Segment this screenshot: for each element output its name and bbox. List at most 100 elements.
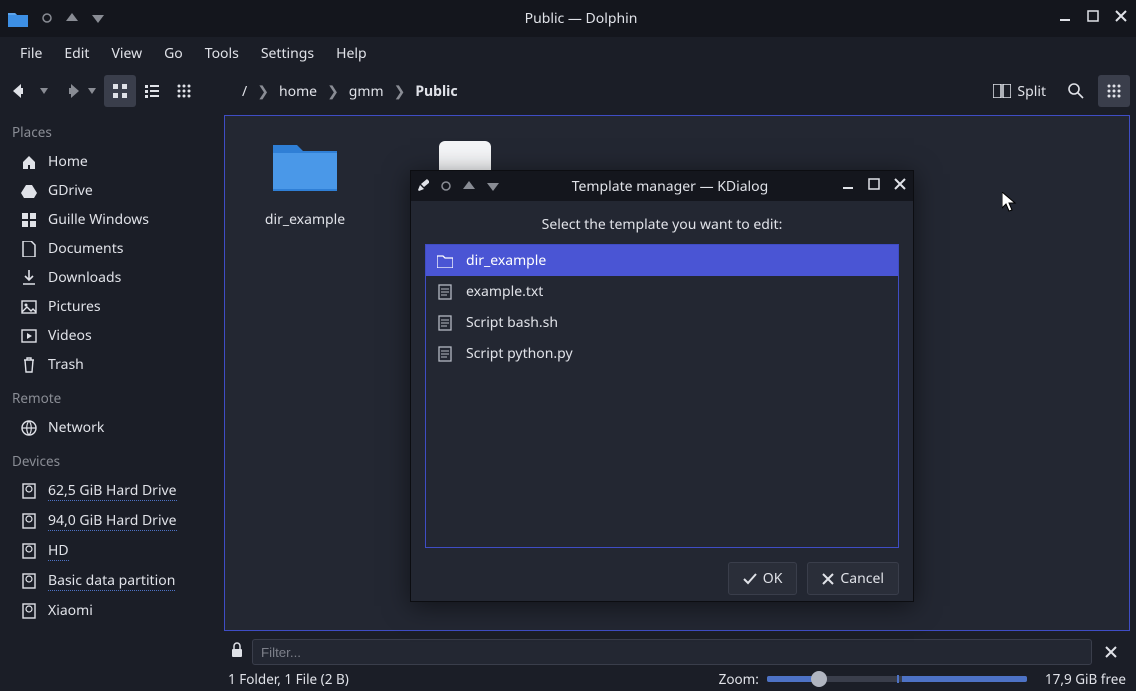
sidebar-item-guille-windows[interactable]: Guille Windows — [0, 205, 218, 234]
template-item[interactable]: Script bash.sh — [426, 307, 898, 338]
close-filter-button[interactable] — [1100, 641, 1122, 663]
status-text: 1 Folder, 1 File (2 B) — [228, 670, 349, 688]
forward-button[interactable] — [54, 75, 86, 107]
sidebar-item-downloads[interactable]: Downloads — [0, 263, 218, 292]
sidebar-item-gdrive[interactable]: GDrive — [0, 176, 218, 205]
crumb-home[interactable]: home — [279, 82, 317, 101]
sidebar-item-xiaomi[interactable]: Xiaomi — [0, 596, 218, 625]
doc-icon — [20, 240, 38, 258]
sidebar-item-basic-data-partition[interactable]: Basic data partition — [0, 566, 218, 596]
file-item[interactable]: dir_example — [255, 132, 355, 229]
app-icon — [8, 9, 28, 29]
maximize-icon[interactable] — [867, 177, 881, 196]
forward-dropdown-icon[interactable] — [88, 88, 96, 94]
breadcrumb[interactable]: / ❯ home ❯ gmm ❯ Public — [242, 82, 983, 101]
dialog-titlebar: Template manager — KDialog — [411, 171, 913, 201]
template-item[interactable]: Script python.py — [426, 338, 898, 369]
cancel-button[interactable]: Cancel — [807, 562, 899, 595]
textfile-small-icon — [436, 345, 454, 363]
menu-view[interactable]: View — [101, 40, 152, 67]
sidebar-item-pictures[interactable]: Pictures — [0, 292, 218, 321]
sidebar-item-label: Videos — [48, 326, 92, 345]
view-icons-button[interactable] — [104, 75, 136, 107]
filter-input[interactable] — [252, 639, 1092, 665]
crumb-root[interactable]: / — [242, 82, 247, 101]
split-label: Split — [1017, 82, 1046, 101]
devices-header: Devices — [0, 442, 218, 476]
gdrive-icon — [20, 182, 38, 200]
minimize-icon[interactable] — [841, 177, 855, 196]
disk-icon — [20, 542, 38, 560]
mouse-cursor — [1002, 192, 1018, 214]
close-icon[interactable] — [893, 177, 907, 196]
sidebar-item-62-5-gib-hard-drive[interactable]: 62,5 GiB Hard Drive — [0, 476, 218, 506]
edit-icon[interactable] — [417, 177, 429, 196]
menu-edit[interactable]: Edit — [54, 40, 99, 67]
up-icon[interactable] — [463, 177, 475, 196]
split-button[interactable]: Split — [985, 78, 1054, 105]
sidebar-item-videos[interactable]: Videos — [0, 321, 218, 350]
sidebar-item-hd[interactable]: HD — [0, 536, 218, 566]
filter-bar — [222, 637, 1130, 667]
sidebar-item-label: Trash — [48, 355, 84, 374]
dialog-title: Template manager — KDialog — [499, 177, 841, 196]
hamburger-button[interactable] — [1098, 75, 1130, 107]
network-icon — [20, 419, 38, 437]
close-icon[interactable] — [1114, 9, 1128, 28]
maximize-icon[interactable] — [1086, 9, 1100, 28]
down-icon[interactable] — [487, 177, 499, 196]
sidebar-item-trash[interactable]: Trash — [0, 350, 218, 379]
sidebar-item-documents[interactable]: Documents — [0, 234, 218, 263]
sidebar-item-label: 62,5 GiB Hard Drive — [48, 481, 177, 501]
trash-icon — [20, 356, 38, 374]
window-title: Public — Dolphin — [104, 9, 1058, 28]
image-icon — [20, 298, 38, 316]
down-icon[interactable] — [92, 9, 104, 28]
windows-icon — [20, 211, 38, 229]
folder-small-icon — [436, 252, 454, 270]
search-button[interactable] — [1060, 75, 1092, 107]
zoom-handle[interactable] — [811, 671, 827, 687]
places-panel: Places HomeGDriveGuille WindowsDocuments… — [0, 113, 218, 635]
sidebar-item-label: HD — [48, 541, 69, 561]
sidebar-item-94-0-gib-hard-drive[interactable]: 94,0 GiB Hard Drive — [0, 506, 218, 536]
menu-file[interactable]: File — [10, 40, 52, 67]
chevron-right-icon: ❯ — [394, 82, 406, 101]
lock-icon[interactable] — [230, 642, 244, 663]
template-item[interactable]: example.txt — [426, 276, 898, 307]
home-icon — [20, 153, 38, 171]
template-list[interactable]: dir_example example.txt Script bash.sh Scri… — [425, 244, 899, 548]
sidebar-item-label: Documents — [48, 239, 123, 258]
file-label: dir_example — [265, 210, 345, 229]
dialog-prompt: Select the template you want to edit: — [425, 211, 899, 244]
ok-button[interactable]: OK — [728, 562, 798, 595]
menu-settings[interactable]: Settings — [251, 40, 324, 67]
sidebar-item-home[interactable]: Home — [0, 147, 218, 176]
up-icon[interactable] — [66, 9, 78, 28]
crumb-user[interactable]: gmm — [349, 82, 384, 101]
disk-icon — [20, 602, 38, 620]
pin-icon[interactable] — [42, 9, 52, 28]
sidebar-item-label: GDrive — [48, 181, 93, 200]
back-dropdown-icon[interactable] — [40, 88, 48, 94]
back-button[interactable] — [6, 75, 38, 107]
pin-icon[interactable] — [441, 177, 451, 196]
remote-header: Remote — [0, 379, 218, 413]
template-label: Script python.py — [466, 344, 573, 363]
minimize-icon[interactable] — [1058, 9, 1072, 28]
view-details-button[interactable] — [168, 75, 200, 107]
sidebar-item-network[interactable]: Network — [0, 413, 218, 442]
template-label: example.txt — [466, 282, 543, 301]
crumb-current[interactable]: Public — [415, 82, 457, 101]
zoom-slider[interactable] — [767, 676, 1027, 682]
titlebar: Public — Dolphin — [0, 0, 1136, 37]
template-item[interactable]: dir_example — [426, 245, 898, 276]
menu-help[interactable]: Help — [326, 40, 377, 67]
sidebar-item-label: 94,0 GiB Hard Drive — [48, 511, 177, 531]
menu-go[interactable]: Go — [154, 40, 193, 67]
sidebar-item-label: Home — [48, 152, 88, 171]
textfile-small-icon — [436, 314, 454, 332]
sidebar-item-label: Pictures — [48, 297, 101, 316]
view-compact-button[interactable] — [136, 75, 168, 107]
menu-tools[interactable]: Tools — [195, 40, 249, 67]
